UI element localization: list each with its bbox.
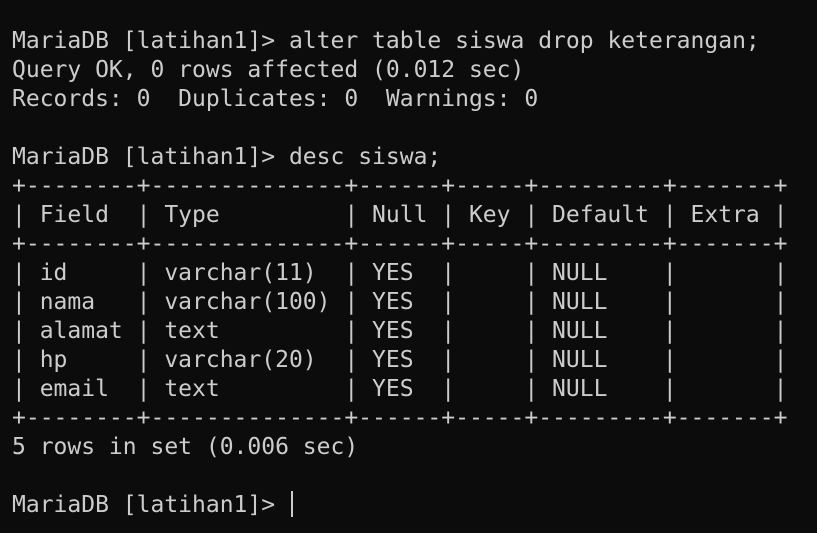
- table-row: | nama | varchar(100) | YES | | NULL | |: [12, 289, 788, 315]
- table-border-top: +--------+--------------+------+-----+--…: [12, 173, 788, 199]
- table-row: | hp | varchar(20) | YES | | NULL | |: [12, 347, 788, 373]
- command-text: desc siswa;: [288, 144, 442, 170]
- command-line-desc: MariaDB [latihan1]> desc siswa;: [12, 143, 817, 172]
- table-border-bottom: +--------+--------------+------+-----+--…: [12, 405, 788, 431]
- terminal-window[interactable]: MariaDB [latihan1]> alter table siswa dr…: [0, 0, 817, 533]
- table-border-mid: +--------+--------------+------+-----+--…: [12, 231, 788, 257]
- active-prompt-line[interactable]: MariaDB [latihan1]>: [12, 491, 817, 520]
- table-row: | id | varchar(11) | YES | | NULL | |: [12, 260, 788, 286]
- prompt: MariaDB [latihan1]>: [12, 28, 289, 54]
- text-cursor: [290, 491, 293, 517]
- rows-in-set-status: 5 rows in set (0.006 sec): [12, 434, 359, 460]
- table-header: | Field | Type | Null | Key | Default | …: [12, 202, 788, 228]
- query-status: Query OK, 0 rows affected (0.012 sec): [12, 57, 525, 83]
- prompt: MariaDB [latihan1]>: [12, 492, 289, 518]
- command-line-alter: MariaDB [latihan1]> alter table siswa dr…: [12, 27, 817, 56]
- command-text: alter table siswa drop keterangan;: [288, 28, 760, 54]
- query-records: Records: 0 Duplicates: 0 Warnings: 0: [12, 86, 539, 112]
- table-row: | email | text | YES | | NULL | |: [12, 376, 788, 402]
- prompt: MariaDB [latihan1]>: [12, 144, 289, 170]
- table-row: | alamat | text | YES | | NULL | |: [12, 318, 788, 344]
